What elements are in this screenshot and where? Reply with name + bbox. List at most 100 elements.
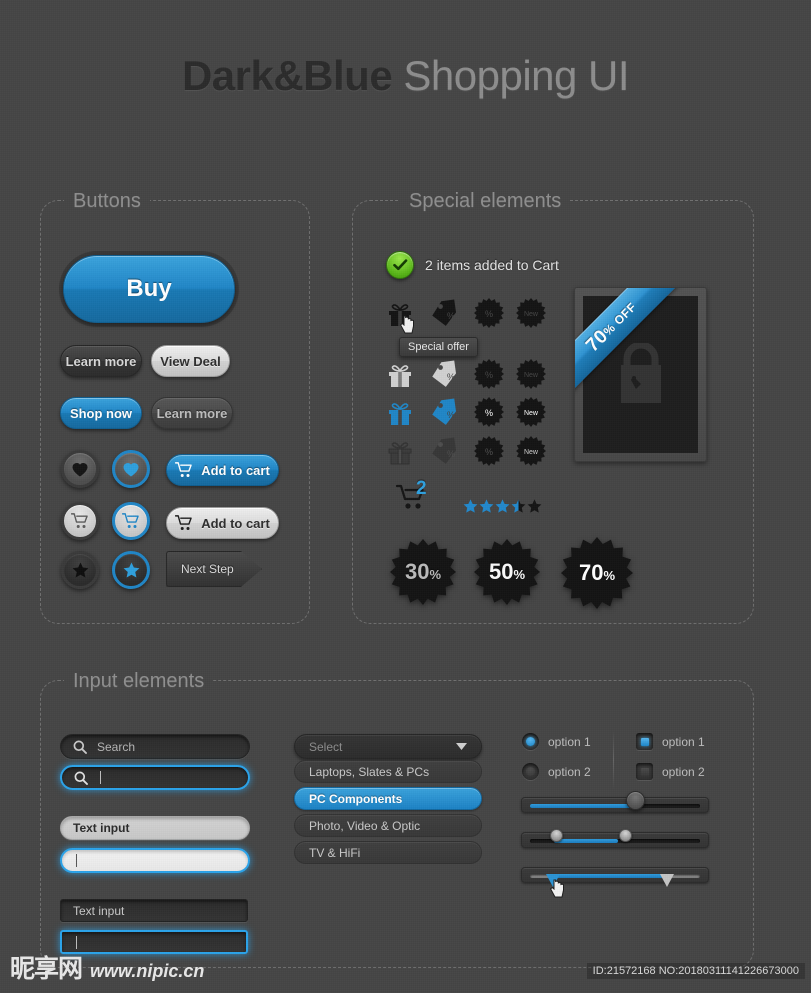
starburst-percent-icon-silver[interactable]: % — [474, 359, 504, 389]
price-tag-percent-icon-black[interactable]: % — [430, 298, 460, 328]
gift-icon-blue[interactable] — [385, 397, 415, 427]
star-icon — [463, 499, 478, 513]
price-tag-percent-icon-blue[interactable]: % — [430, 397, 460, 427]
dropdown-option-label: TV & HiFi — [309, 845, 361, 860]
radio-button-selected[interactable] — [522, 733, 539, 750]
cart-status-message: 2 items added to Cart — [425, 257, 559, 273]
view-deal-button[interactable]: View Deal — [151, 345, 230, 377]
svg-text:%: % — [447, 449, 455, 459]
starburst-new-icon-embossed[interactable]: New — [516, 436, 546, 466]
star-button-selected[interactable] — [112, 551, 150, 589]
dropdown-select[interactable]: Select — [294, 734, 482, 759]
text-input-light[interactable]: Text input — [60, 816, 250, 840]
rating-stars[interactable] — [463, 499, 542, 513]
checkbox-option-1[interactable]: option 1 — [636, 733, 705, 750]
favorite-button-selected[interactable] — [112, 450, 150, 488]
starburst-new-icon-blue[interactable]: New — [516, 397, 546, 427]
starburst-percent-icon-embossed[interactable]: % — [474, 436, 504, 466]
favorite-button[interactable] — [61, 450, 99, 488]
dropdown-option-label: PC Components — [309, 791, 403, 806]
dropdown-option-2[interactable]: Photo, Video & Optic — [294, 814, 482, 837]
discount-badge-50[interactable]: 50% — [474, 539, 540, 605]
dropdown-option-1[interactable]: PC Components — [294, 787, 482, 810]
buy-button[interactable]: Buy — [63, 255, 235, 323]
slider-marker-high[interactable] — [660, 874, 674, 887]
text-input-dark[interactable]: Text input — [60, 899, 248, 922]
dropdown-option-0[interactable]: Laptops, Slates & PCs — [294, 760, 482, 783]
slider-handle[interactable] — [626, 791, 645, 810]
heart-icon — [72, 462, 88, 476]
radio-button-unselected[interactable] — [522, 763, 539, 780]
radio-option-2[interactable]: option 2 — [522, 763, 591, 780]
checkbox-option-2-label: option 2 — [662, 764, 705, 779]
add-to-cart-button-blue[interactable]: Add to cart — [166, 454, 279, 486]
add-to-cart-label: Add to cart — [201, 462, 270, 478]
cart-with-count[interactable]: 2 — [395, 478, 432, 517]
dropdown-option-label: Laptops, Slates & PCs — [309, 764, 430, 779]
discount-badge-30[interactable]: 30% — [390, 539, 456, 605]
search-icon — [74, 771, 88, 785]
price-tag-percent-icon-silver[interactable]: % — [430, 359, 460, 389]
svg-text:%: % — [447, 372, 455, 382]
shopping-bag-icon — [620, 342, 661, 403]
learn-more-button-dark[interactable]: Learn more — [60, 345, 142, 377]
starburst-percent-icon-black[interactable]: % — [474, 298, 504, 328]
next-step-label: Next Step — [181, 562, 234, 576]
discount-50-value: 50 — [488, 559, 514, 584]
cart-button-selected[interactable] — [112, 502, 150, 540]
slider-fill — [553, 839, 619, 843]
star-icon — [495, 499, 510, 513]
radio-option-1[interactable]: option 1 — [522, 733, 591, 750]
page-title-light: Shopping UI — [403, 52, 630, 99]
slider-track — [530, 804, 700, 808]
price-tag-percent-icon-embossed[interactable]: % — [430, 436, 460, 466]
svg-text:New: New — [524, 372, 539, 379]
dropdown-option-3[interactable]: TV & HiFi — [294, 841, 482, 864]
svg-text:%: % — [447, 410, 455, 420]
add-to-cart-label: Add to cart — [201, 515, 270, 531]
starburst-new-icon-silver[interactable]: New — [516, 359, 546, 389]
slider-single[interactable] — [521, 791, 709, 813]
star-icon — [123, 562, 139, 578]
starburst-new-label: New — [524, 311, 539, 318]
star-icon — [479, 499, 494, 513]
text-input-light-focused[interactable] — [60, 848, 250, 873]
checkbox-unchecked[interactable] — [636, 763, 653, 780]
search-input-focused[interactable] — [60, 765, 250, 790]
slider-handle-high[interactable] — [619, 829, 632, 842]
starburst-new-icon-black[interactable]: New — [516, 298, 546, 328]
text-input-light-value: Text input — [73, 821, 130, 835]
hand-cursor-icon — [549, 879, 564, 898]
text-input-dark-value: Text input — [73, 903, 125, 918]
slider-range[interactable] — [521, 829, 709, 848]
discount-badge-70[interactable]: 70% — [561, 537, 633, 609]
star-button[interactable] — [61, 551, 99, 589]
slider-fill — [553, 874, 666, 878]
svg-text:New: New — [524, 410, 539, 417]
search-icon — [73, 740, 87, 754]
site-url: www.nipic.cn — [90, 961, 205, 981]
gift-icon-embossed[interactable] — [385, 436, 415, 466]
text-caret — [76, 854, 77, 867]
ribbon-off: OFF — [611, 299, 640, 328]
search-input[interactable]: Search — [60, 734, 250, 759]
shop-now-button[interactable]: Shop now — [60, 397, 142, 429]
svg-text:%: % — [485, 408, 493, 418]
checkbox-checked[interactable] — [636, 733, 653, 750]
starburst-percent-icon-blue[interactable]: % — [474, 397, 504, 427]
site-watermark: 昵享网 www.nipic.cn — [10, 949, 204, 985]
product-card[interactable]: 70% OFF — [574, 287, 707, 462]
checkbox-option-2[interactable]: option 2 — [636, 763, 705, 780]
slider-handle-low[interactable] — [550, 829, 563, 842]
check-icon — [392, 259, 407, 271]
learn-more-button-grey[interactable]: Learn more — [151, 397, 233, 429]
site-name-cn: 昵享网 — [10, 954, 83, 983]
gift-icon-silver[interactable] — [385, 359, 415, 389]
discount-30-value: 30 — [404, 559, 430, 584]
success-badge — [386, 251, 414, 279]
add-to-cart-button-light[interactable]: Add to cart — [166, 507, 279, 539]
checkbox-option-1-label: option 1 — [662, 734, 705, 749]
dropdown-options-list[interactable]: Laptops, Slates & PCs PC Components Phot… — [294, 760, 482, 868]
heart-icon — [123, 462, 139, 476]
cart-button[interactable] — [61, 502, 99, 540]
